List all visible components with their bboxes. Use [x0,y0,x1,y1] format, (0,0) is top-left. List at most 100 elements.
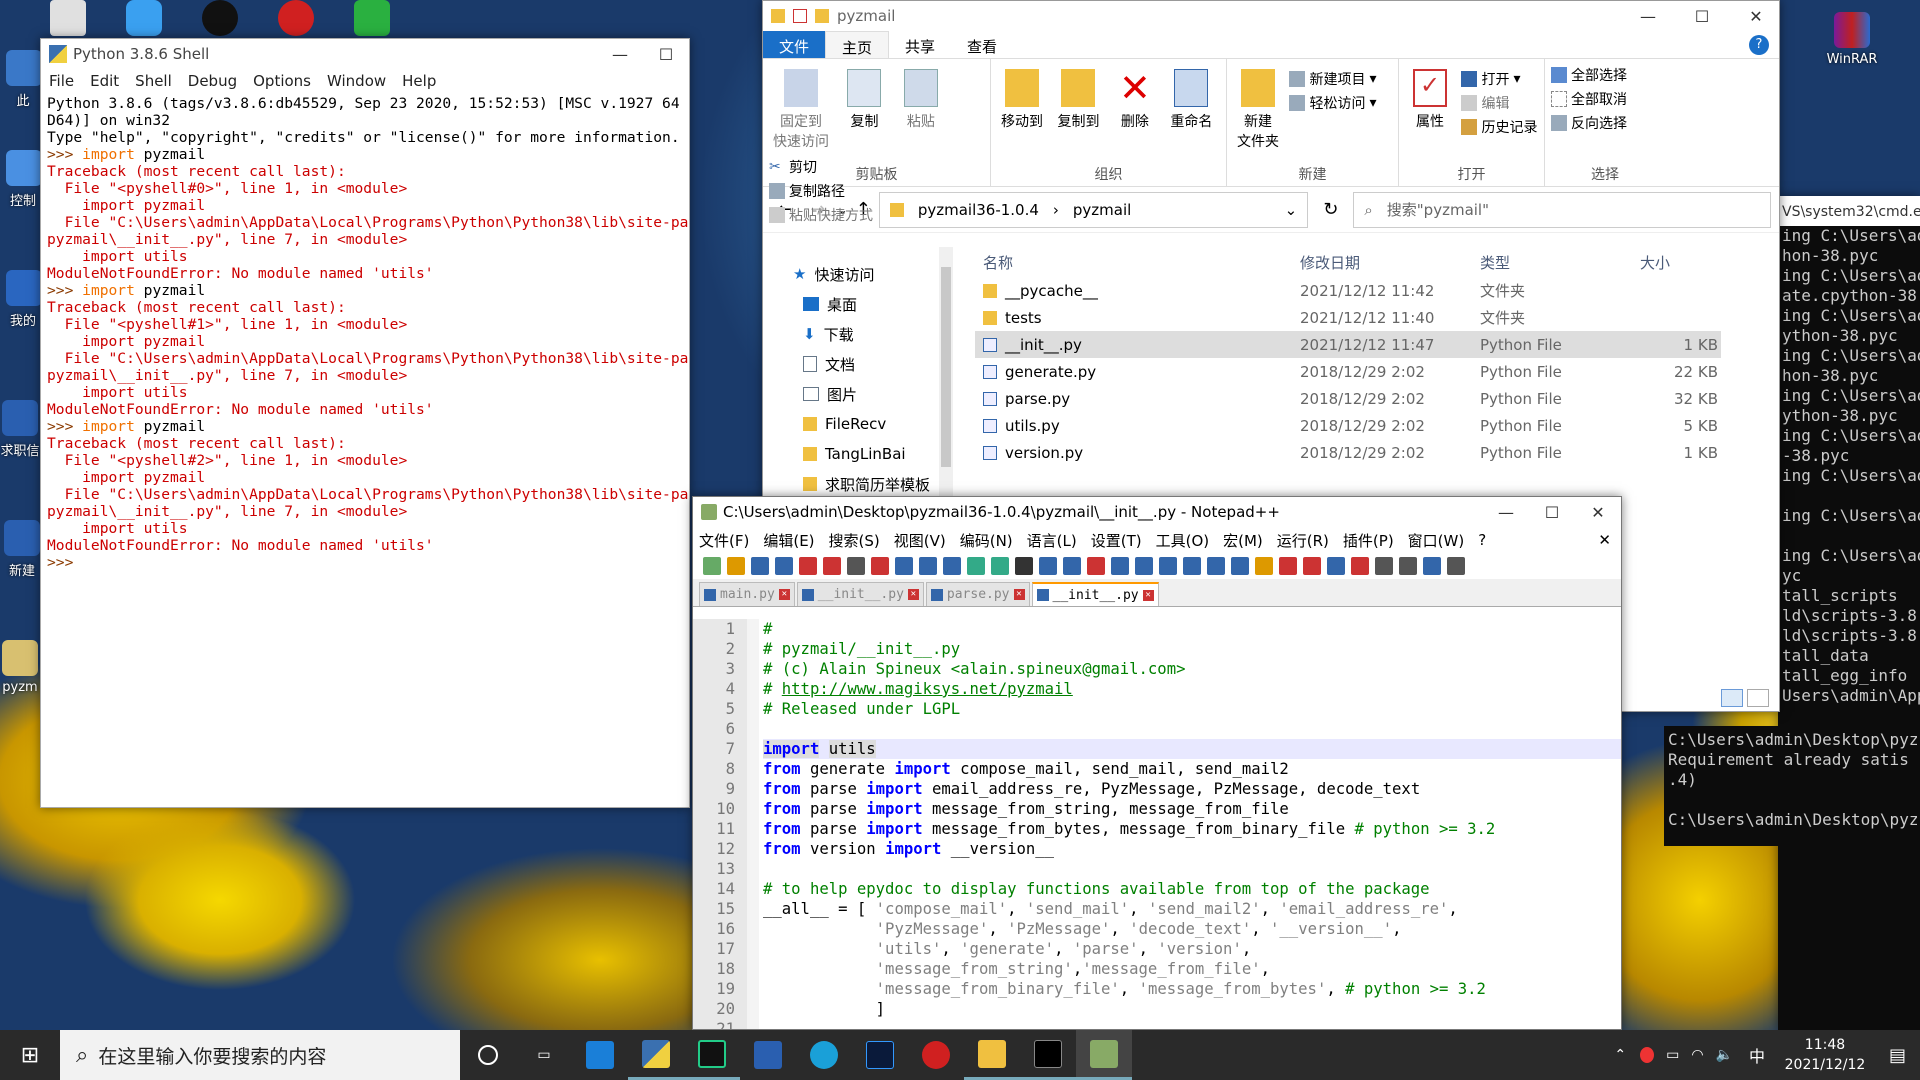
desktop-icon[interactable]: pyzm [0,640,40,695]
new-item-button[interactable]: 新建项目 ▾ [1289,67,1376,91]
select-all-button[interactable]: 全部选择 [1551,63,1659,87]
rename-button[interactable]: 重命名 [1166,63,1216,131]
qq-icon[interactable] [202,0,238,36]
pin-button[interactable]: 固定到 快速访问 [769,63,833,151]
doc-tab[interactable]: main.py ✕ [699,582,795,606]
col-size[interactable]: 大小 [1630,252,1718,273]
menu-item[interactable]: 宏(M) [1223,530,1263,551]
toolbar-icon[interactable] [1351,557,1369,575]
tab-file[interactable]: 文件 [763,31,826,58]
properties-button[interactable]: ✓ 属性 [1405,63,1455,131]
cmd-window[interactable]: VS\system32\cmd.e ing C:\Users\ad hon-38… [1778,196,1920,1030]
toolbar-icon[interactable] [1447,557,1465,575]
start-button[interactable]: ⊞ [0,1030,60,1080]
toolbar-icon[interactable] [967,557,985,575]
tab-close-icon[interactable]: ✕ [907,589,919,600]
tab-close-icon[interactable]: ✕ [1142,589,1154,601]
close-button[interactable]: ✕ [1733,1,1779,31]
col-name[interactable]: 名称 [975,252,1300,273]
toolbar-icon[interactable] [703,557,721,575]
chevron-down-icon[interactable]: ⌄ [1285,201,1298,219]
clock[interactable]: 11:48 2021/12/12 [1775,1035,1875,1075]
toolbar-icon[interactable] [1255,557,1273,575]
copy-to-button[interactable]: 复制到 [1053,63,1103,131]
toolbar-icon[interactable] [1111,557,1129,575]
winrar-desktop-icon[interactable]: WinRAR [1812,12,1892,67]
netease-music-icon[interactable] [278,0,314,36]
menu-debug[interactable]: Debug [188,72,237,90]
toolbar-icon[interactable] [1159,557,1177,575]
toolbar-icon[interactable] [1327,557,1345,575]
wechat-icon[interactable] [354,0,390,36]
menu-item[interactable]: 工具(O) [1156,530,1210,551]
nav-downloads[interactable]: ⬇ 下载 [763,319,933,349]
menu-item[interactable]: 窗口(W) [1408,530,1465,551]
cmd-output[interactable]: ing C:\Users\ad hon-38.pyc ing C:\Users\… [1778,226,1920,706]
python-shell-window[interactable]: Python 3.8.6 Shell — ☐ File Edit Shell D… [40,38,690,808]
toolbar-icon[interactable] [1183,557,1201,575]
maximize-button[interactable]: ☐ [1529,497,1575,527]
toolbar-icon[interactable] [991,557,1009,575]
menu-window[interactable]: Window [327,72,386,90]
toolbar-icon[interactable] [1231,557,1249,575]
delete-button[interactable]: ✕ 删除 [1110,63,1160,131]
chevron-up-icon[interactable]: ⌃ [1606,1047,1634,1063]
search-box[interactable]: ⌕ 搜索"pyzmail" [1353,191,1771,228]
taskbar-mail[interactable] [572,1030,628,1080]
maximize-button[interactable]: ☐ [1679,1,1725,31]
code-editor[interactable]: 1 2 3 4 5 6 7 8 9 10 11 12 13 14 15 16 1… [693,619,1621,1038]
file-row[interactable]: generate.py 2018/12/29 2:02 Python File 22 … [975,358,1721,385]
menu-item[interactable]: 语言(L) [1027,530,1077,551]
nav-resume[interactable]: 求职简历举模板 [763,469,933,499]
tab-close-icon[interactable]: ✕ [1013,589,1025,600]
desktop-icon[interactable]: 求职信 [0,400,40,459]
menu-file[interactable]: File [49,72,74,90]
menu-edit[interactable]: Edit [90,72,119,90]
menu-item[interactable]: ? [1478,531,1486,549]
volume-icon[interactable]: 🔈 [1710,1047,1739,1063]
edit-button[interactable]: 编辑 [1461,91,1537,115]
code-text[interactable]: # # pyzmail/__init__.py # (c) Alain Spin… [759,619,1621,1029]
file-row[interactable]: utils.py 2018/12/29 2:02 Python File 5 KB [975,412,1721,439]
toolbar-icon[interactable] [1087,557,1105,575]
toolbar-icon[interactable] [1399,557,1417,575]
nav-pictures[interactable]: 图片 [763,379,933,409]
minimize-button[interactable]: — [1483,497,1529,527]
menu-item[interactable]: 插件(P) [1343,530,1394,551]
maximize-button[interactable]: ☐ [643,39,689,69]
toolbar-icon[interactable] [1015,557,1033,575]
doc-tab[interactable]: parse.py ✕ [925,582,1030,606]
menu-item[interactable]: 运行(R) [1277,530,1329,551]
copy-button[interactable]: 复制 [839,63,889,131]
task-view-button[interactable]: ▭ [516,1030,572,1080]
menu-options[interactable]: Options [253,72,311,90]
desktop-icon[interactable]: 控制 [6,150,42,209]
open-button[interactable]: 打开 ▾ [1461,67,1537,91]
details-view-icon[interactable] [1721,689,1743,707]
address-bar[interactable]: pyzmail36-1.0.4 › pyzmail ⌄ [878,191,1309,228]
toolbar-icon[interactable] [895,557,913,575]
taskbar-netease-music[interactable] [908,1030,964,1080]
taskbar-search[interactable]: ⌕ 在这里输入你要搜索的内容 [60,1030,460,1080]
history-button[interactable]: 历史记录 [1461,115,1537,139]
tab-share[interactable]: 共享 [889,31,951,58]
close-doc-icon[interactable]: ✕ [1598,531,1621,549]
taskbar-notepadpp[interactable] [1076,1030,1132,1080]
toolbar-icon[interactable] [1279,557,1297,575]
toolbar-icon[interactable] [1063,557,1081,575]
nav-desktop[interactable]: 桌面 [763,289,933,319]
nav-filerecv[interactable]: FileRecv [763,409,933,439]
menu-item[interactable]: 视图(V) [894,530,946,551]
tab-view[interactable]: 查看 [951,31,1013,58]
tab-home[interactable]: 主页 [825,31,890,58]
toolbar-icon[interactable] [1135,557,1153,575]
col-type[interactable]: 类型 [1480,252,1630,273]
taskbar-word[interactable] [740,1030,796,1080]
nav-tanglinbai[interactable]: TangLinBai [763,439,933,469]
tray-app-icon[interactable] [1640,1047,1655,1063]
taskbar-photoshop[interactable] [852,1030,908,1080]
desktop-icon[interactable]: 此 [6,50,42,109]
ime-indicator[interactable]: 中 [1739,1043,1775,1067]
easy-access-button[interactable]: 轻松访问 ▾ [1289,91,1376,115]
file-row[interactable]: parse.py 2018/12/29 2:02 Python File 32 KB [975,385,1721,412]
